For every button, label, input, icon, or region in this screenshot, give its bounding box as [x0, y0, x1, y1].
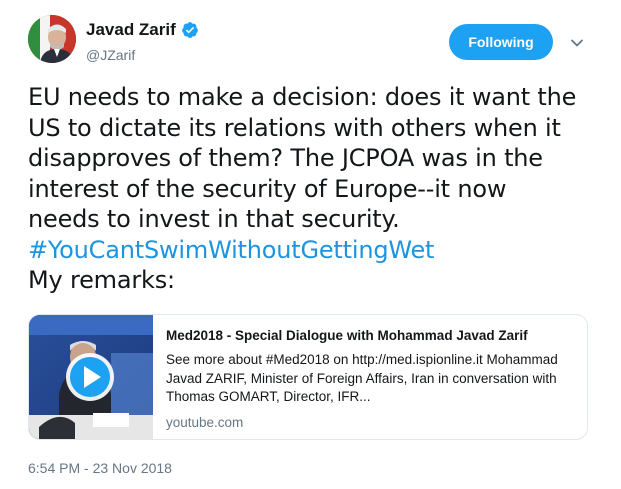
- tweet-text: EU needs to make a decision: does it wan…: [28, 82, 608, 296]
- tweet-line: disapproves of them? The JCPOA was in th…: [28, 144, 543, 172]
- card-domain: youtube.com: [166, 414, 244, 430]
- tweet-line: needs to invest in that security.: [28, 205, 400, 233]
- tweet-line: EU needs to make a decision: does it wan…: [28, 83, 577, 111]
- card-description-line: See more about #Med2018 on http://med.is…: [166, 352, 558, 367]
- verified-badge-icon: [181, 21, 199, 39]
- chevron-down-icon[interactable]: [568, 34, 586, 52]
- card-title: Med2018 - Special Dialogue with Mohammad…: [166, 328, 528, 343]
- card-description-line: Javad ZARIF, Minister of Foreign Affairs…: [166, 370, 557, 386]
- hashtag-link[interactable]: #YouCantSwimWithoutGettingWet: [28, 235, 608, 266]
- tweet-line: interest of the security of Europe--it n…: [28, 174, 507, 203]
- tweet-line: US to dictate its relations with others …: [28, 113, 561, 142]
- author-name-row: Javad Zarif: [86, 20, 199, 40]
- tweet-timestamp[interactable]: 6:54 PM - 23 Nov 2018: [28, 459, 172, 477]
- avatar[interactable]: [28, 15, 76, 63]
- author-handle[interactable]: @JZarif: [86, 46, 135, 64]
- video-thumbnail[interactable]: [29, 315, 153, 439]
- link-preview-card[interactable]: Med2018 - Special Dialogue with Mohammad…: [28, 314, 588, 440]
- card-description: See more about #Med2018 on http://med.is…: [166, 351, 578, 407]
- card-description-line: Thomas GOMART, Director, IFR...: [166, 389, 371, 404]
- card-body: Med2018 - Special Dialogue with Mohammad…: [166, 327, 578, 432]
- author-display-name[interactable]: Javad Zarif: [86, 20, 176, 40]
- tweet-closing-line: My remarks:: [28, 266, 175, 294]
- following-button[interactable]: Following: [449, 24, 553, 60]
